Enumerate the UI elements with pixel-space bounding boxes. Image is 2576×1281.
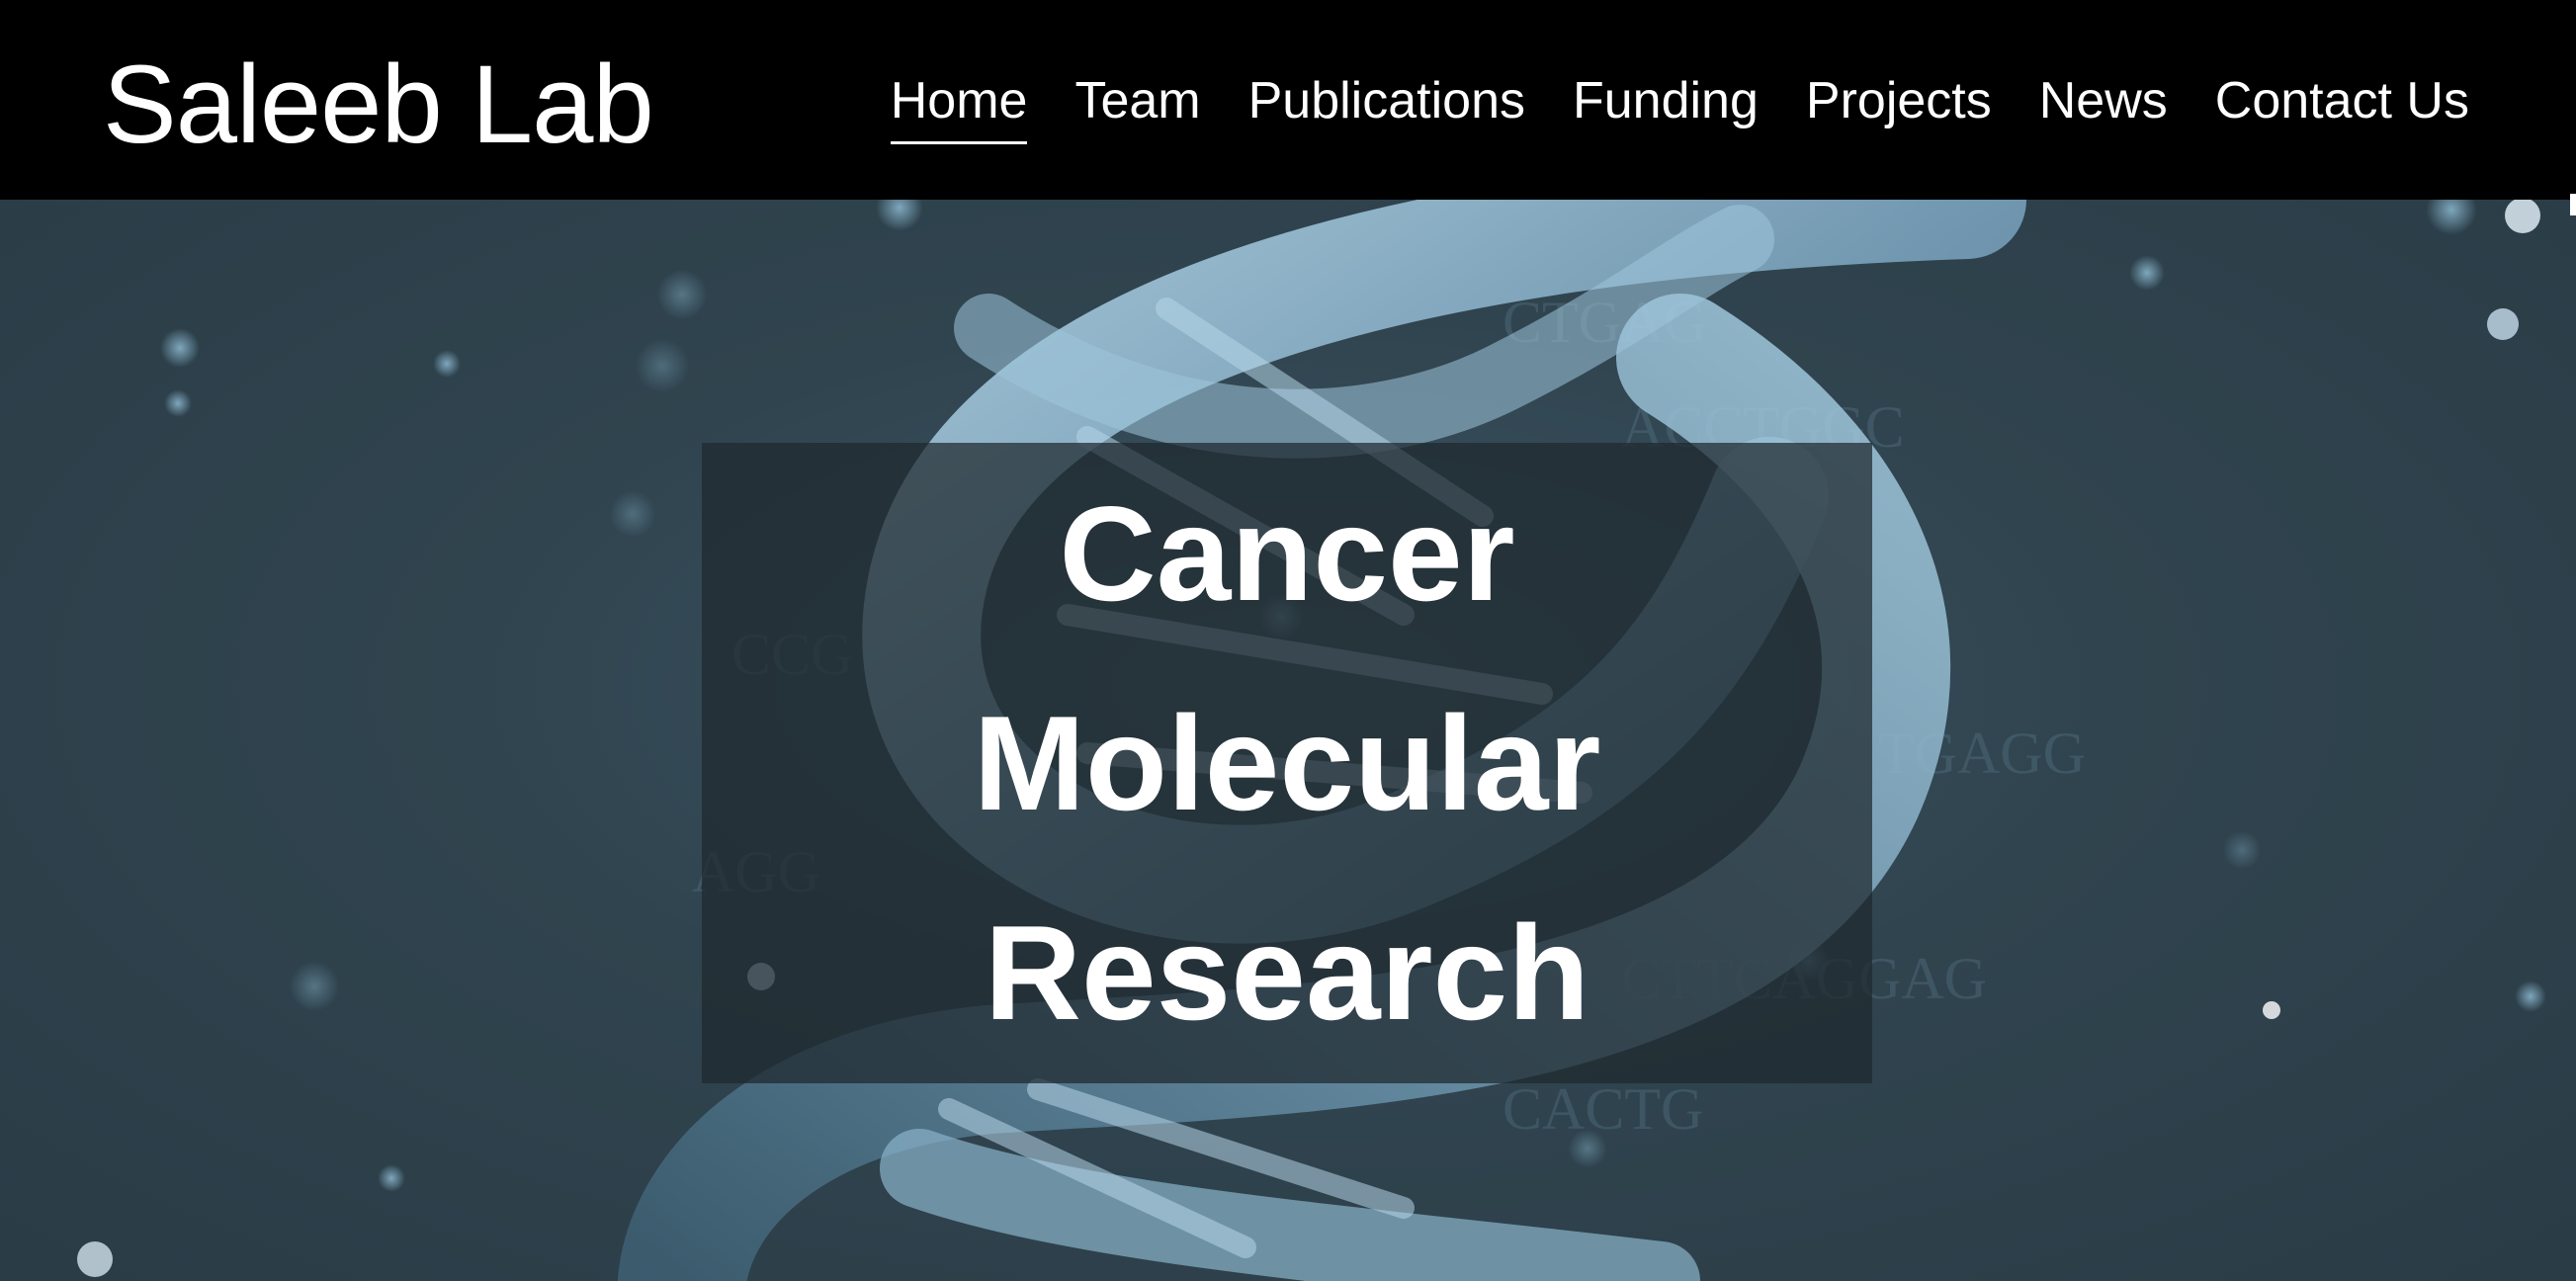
nav-team[interactable]: Team — [1074, 65, 1200, 136]
site-logo[interactable]: Saleeb Lab — [103, 42, 654, 168]
nav-contact-us[interactable]: Contact Us — [2215, 65, 2469, 136]
nav-projects[interactable]: Projects — [1806, 65, 1992, 136]
nav-publications[interactable]: Publications — [1248, 65, 1525, 136]
hero-title-line-1: Cancer — [1059, 478, 1515, 629]
hero-title-line-3: Research — [984, 897, 1590, 1048]
main-nav: Home Team Publications Funding Projects … — [890, 65, 2469, 144]
hero-banner: CTGAG ACCTGGC TGAGG CTTCAGGAG CACTG CCG … — [0, 200, 2576, 1281]
page: Saleeb Lab Home Team Publications Fundin… — [0, 0, 2576, 1281]
hero-title-line-2: Molecular — [973, 688, 1601, 838]
hero-title-box: Cancer Molecular Research — [702, 443, 1872, 1083]
svg-text:CACTG: CACTG — [1503, 1076, 1703, 1142]
scrollbar-edge — [2570, 194, 2576, 215]
site-header: Saleeb Lab Home Team Publications Fundin… — [0, 0, 2576, 200]
nav-home[interactable]: Home — [890, 65, 1027, 144]
nav-news[interactable]: News — [2039, 65, 2168, 136]
nav-funding[interactable]: Funding — [1573, 65, 1759, 136]
